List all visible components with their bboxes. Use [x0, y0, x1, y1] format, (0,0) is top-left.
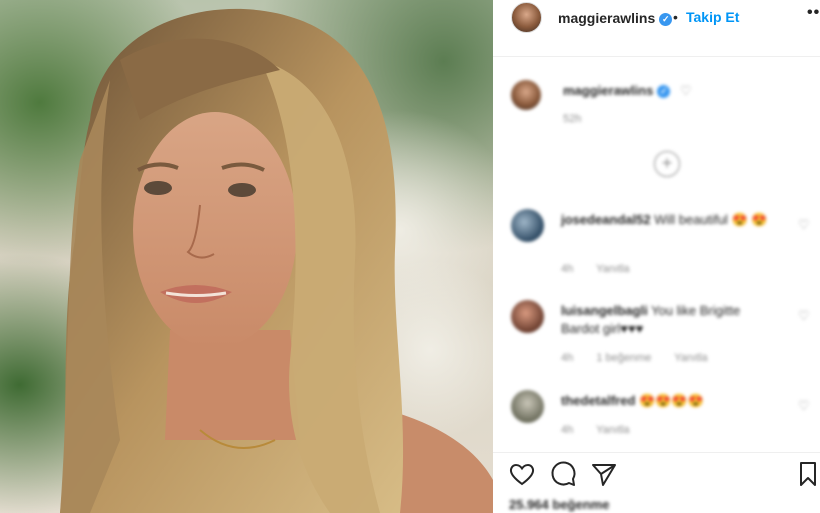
post-header: maggierawlins✓ • Takip Et •••	[493, 0, 820, 57]
send-icon[interactable]	[589, 459, 619, 489]
portrait-image	[60, 8, 493, 513]
comment-like-icon[interactable]: ♡	[798, 398, 810, 414]
comment-like-icon[interactable]: ♡	[798, 308, 810, 324]
comment-text: thedetalfred 😍😍😍😍	[561, 393, 704, 408]
verified-badge-icon: ✓	[657, 85, 671, 99]
author-username[interactable]: maggierawlins ✓	[558, 10, 673, 26]
author-avatar[interactable]	[511, 2, 542, 33]
verified-badge-icon: ✓	[659, 12, 673, 26]
post-photo[interactable]	[0, 0, 493, 513]
likes-count[interactable]: 25.964 beğenme	[509, 497, 609, 512]
caption-username[interactable]: maggierawlins ✓ ♡	[563, 83, 692, 99]
comment-text: josedeandal52 Will beautiful 😍 😍	[561, 212, 768, 227]
follow-button[interactable]: Takip Et	[686, 9, 739, 25]
more-options-icon[interactable]: •••	[807, 4, 820, 22]
reply-button[interactable]: Yanıtla	[674, 352, 707, 364]
commenter-avatar[interactable]	[511, 390, 544, 423]
commenter-username[interactable]: thedetalfred	[561, 393, 635, 408]
commenter-username[interactable]: josedeandal52	[561, 212, 651, 227]
comment-likes[interactable]: 1 beğenme	[596, 352, 651, 364]
commenter-username[interactable]: luisangelbagli	[561, 303, 648, 318]
post-side-panel: maggierawlins✓ • Takip Et ••• maggierawl…	[493, 0, 820, 513]
comment-time: 4h	[561, 263, 574, 275]
heart-outline-icon[interactable]: ♡	[680, 83, 692, 98]
comment-meta: 4h Yanıtla	[561, 263, 650, 275]
action-bar	[493, 452, 820, 492]
comment-text: luisangelbagli You like Brigitte Bardot …	[561, 303, 741, 336]
commenter-avatar[interactable]	[511, 209, 544, 242]
commenter-avatar[interactable]	[511, 300, 544, 333]
caption: maggierawlins ✓ ♡ 52h	[493, 75, 820, 135]
load-more-comments-button[interactable]: +	[654, 151, 680, 177]
bookmark-icon[interactable]	[793, 459, 820, 489]
comment-time: 4h	[561, 352, 574, 364]
heart-icon[interactable]	[507, 459, 537, 489]
reply-button[interactable]: Yanıtla	[596, 424, 629, 436]
comment-meta: 4h 1 beğenme Yanıtla	[561, 352, 728, 364]
comment-like-icon[interactable]: ♡	[798, 217, 810, 233]
comment-time: 4h	[561, 424, 574, 436]
separator-dot: •	[673, 9, 678, 25]
comment-meta: 4h Yanıtla	[561, 424, 650, 436]
caption-time: 52h	[563, 113, 582, 125]
reply-button[interactable]: Yanıtla	[596, 263, 629, 275]
caption-avatar[interactable]	[511, 80, 541, 110]
comment-icon[interactable]	[548, 459, 578, 489]
